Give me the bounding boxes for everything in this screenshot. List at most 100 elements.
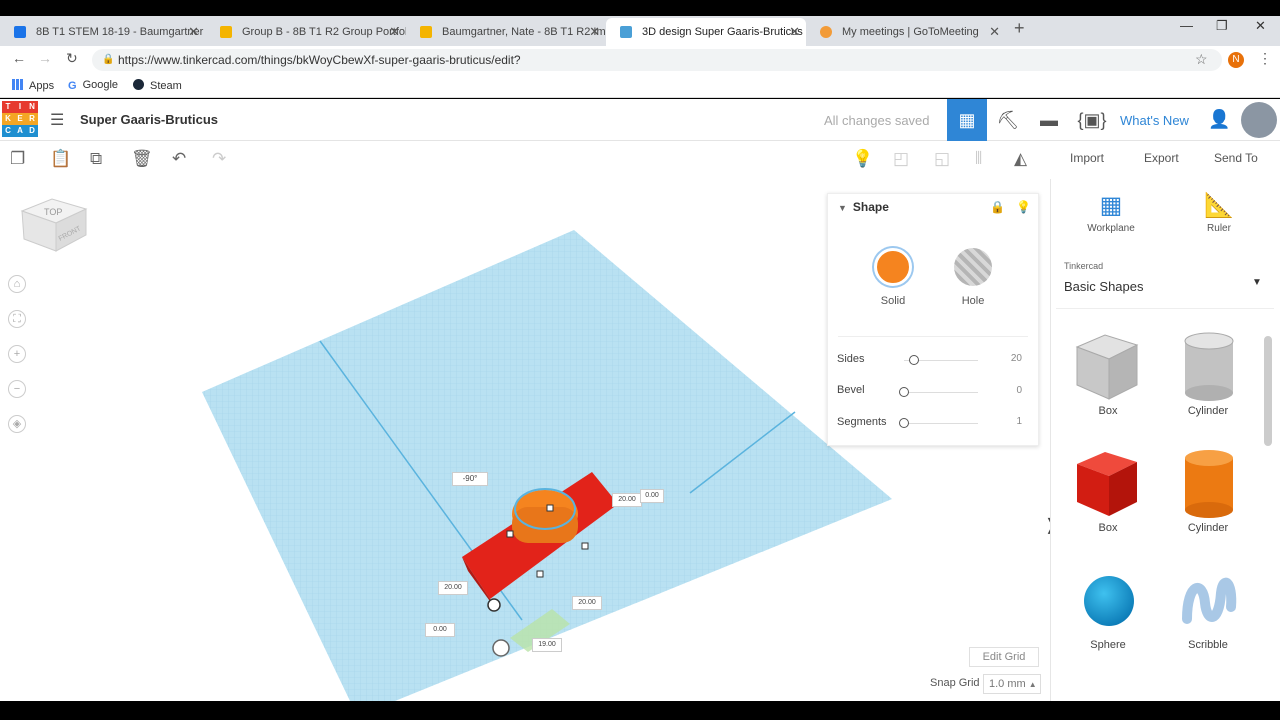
redo-icon[interactable]: ↷ — [212, 149, 226, 169]
segments-slider[interactable] — [904, 423, 978, 424]
sides-slider-knob[interactable] — [909, 355, 920, 365]
back-icon[interactable]: ← — [12, 50, 26, 66]
inspector-header[interactable]: ▼ Shape — [838, 200, 889, 214]
bookmark-steam[interactable]: Steam — [133, 79, 182, 92]
bevel-label: Bevel — [837, 384, 865, 396]
browser-tab-active[interactable]: 3D design Super Gaaris-Bruticus ✕ — [606, 18, 806, 46]
import-button[interactable]: Import — [1070, 151, 1104, 165]
dimension-label[interactable]: 20.00 — [438, 581, 468, 595]
bookmark-google[interactable]: G Google — [68, 79, 118, 92]
zoom-out-icon[interactable]: − — [8, 380, 26, 398]
bookmark-apps[interactable]: Apps — [12, 79, 54, 92]
design-list-icon[interactable]: ☰ — [50, 110, 64, 130]
close-icon[interactable]: ✕ — [188, 18, 199, 46]
close-icon[interactable]: ✕ — [989, 18, 1000, 46]
browser-menu-icon[interactable]: ⋮ — [1258, 50, 1272, 67]
dimension-label[interactable]: 0.00 — [640, 489, 664, 503]
shape-inspector: ▼ Shape 🔒 💡 Solid Hole Sides 20 Bevel 0 S… — [827, 193, 1039, 446]
collapse-caret-icon[interactable]: ▼ — [838, 203, 847, 213]
send-to-button[interactable]: Send To — [1214, 151, 1258, 165]
browser-tab[interactable]: My meetings | GoToMeeting ✕ — [806, 18, 1006, 46]
tab-title: Group B - 8B T1 R2 Group Portfolio — [242, 26, 406, 38]
shape-box-hole[interactable]: Box — [1063, 329, 1153, 417]
bookmark-label: Apps — [29, 80, 55, 92]
position-label[interactable]: 0.00 — [425, 623, 455, 637]
hole-swatch[interactable] — [954, 248, 992, 286]
shape-label: Scribble — [1188, 639, 1228, 651]
dimension-label[interactable]: 20.00 — [612, 493, 642, 507]
fit-view-icon[interactable]: ⛶ — [8, 310, 26, 328]
solid-color-swatch[interactable] — [874, 248, 912, 286]
align-icon[interactable]: ⫴ — [975, 149, 982, 169]
window-close-icon[interactable]: ✕ — [1255, 18, 1266, 34]
dimension-label[interactable]: 20.00 — [572, 596, 602, 610]
duplicate-icon[interactable]: ⧉ — [90, 149, 102, 169]
tinkercad-logo[interactable]: TIN KER CAD — [2, 101, 38, 138]
bevel-slider-knob[interactable] — [899, 387, 909, 397]
group-icon[interactable]: ◰ — [893, 149, 909, 169]
bevel-slider[interactable] — [904, 392, 978, 393]
bricks-icon[interactable]: ▬ — [1029, 99, 1069, 141]
mirror-icon[interactable]: ◭ — [1014, 149, 1027, 169]
ungroup-icon[interactable]: ◱ — [934, 149, 950, 169]
visibility-bulb-icon[interactable]: 💡 — [1016, 200, 1031, 214]
lock-icon[interactable]: 🔒 — [990, 200, 1005, 214]
shapes-scrollbar[interactable] — [1264, 336, 1272, 446]
close-icon[interactable]: ✕ — [789, 18, 800, 46]
whats-new-link[interactable]: What's New — [1120, 113, 1189, 128]
show-all-bulb-icon[interactable]: 💡 — [852, 149, 873, 169]
profile-avatar[interactable]: N — [1228, 52, 1244, 68]
shape-label: Box — [1098, 522, 1118, 534]
height-handle-icon[interactable] — [492, 639, 510, 657]
blocks-pickaxe-icon[interactable]: ⛏ — [988, 99, 1028, 141]
paste-icon[interactable]: 📋 — [50, 149, 71, 169]
forward-icon[interactable]: → — [38, 50, 52, 66]
export-button[interactable]: Export — [1144, 151, 1179, 165]
edit-grid-button[interactable]: Edit Grid — [969, 647, 1039, 667]
copy-icon[interactable]: ❐ — [10, 149, 25, 169]
shape-cylinder[interactable]: Cylinder — [1163, 446, 1253, 534]
close-icon[interactable]: ✕ — [589, 18, 600, 46]
add-user-icon[interactable]: 👤 — [1208, 109, 1230, 130]
browser-tab[interactable]: Group B - 8B T1 R2 Group Portfolio ✕ — [206, 18, 406, 46]
shape-library-select[interactable]: Tinkercad Basic Shapes ▼ — [1056, 255, 1274, 309]
design-title[interactable]: Super Gaaris-Bruticus — [80, 112, 218, 127]
segments-slider-knob[interactable] — [899, 418, 909, 428]
view-cube[interactable]: TOP FRONT — [16, 193, 90, 257]
shape-box[interactable]: Box — [1063, 446, 1153, 534]
snap-grid-value: 1.0 mm — [989, 678, 1026, 690]
bookmark-star-icon[interactable]: ☆ — [1195, 51, 1208, 68]
rotate-handle-icon[interactable] — [487, 598, 501, 612]
home-view-icon[interactable]: ⌂ — [8, 275, 26, 293]
snap-grid-select[interactable]: 1.0 mm ▲ — [983, 674, 1041, 694]
3d-view-grid-icon[interactable]: ▦ — [947, 99, 987, 141]
url-input[interactable]: 🔒 https://www.tinkercad.com/things/bkWoy… — [92, 49, 1222, 71]
save-status: All changes saved — [824, 113, 930, 128]
delete-icon[interactable]: 🗑 — [131, 149, 153, 169]
browser-tab[interactable]: 8B T1 STEM 18-19 - Baumgartner ✕ — [0, 18, 205, 46]
workplane-tool[interactable]: ▦ Workplane — [1076, 191, 1146, 234]
dropdown-caret-icon: ▼ — [1252, 277, 1262, 288]
shape-cylinder-hole[interactable]: Cylinder — [1163, 329, 1253, 417]
maximize-icon[interactable]: ❐ — [1216, 18, 1228, 34]
dimension-label[interactable]: 19.00 — [532, 638, 562, 652]
browser-tab[interactable]: Baumgartner, Nate - 8B T1 R2 Im ✕ — [406, 18, 606, 46]
minimize-icon[interactable]: — — [1180, 18, 1193, 33]
workplane-canvas[interactable]: -90° 20.00 20.00 20.00 0.00 19.00 0.00 T… — [0, 179, 1050, 701]
sides-value[interactable]: 20 — [988, 353, 1022, 364]
bevel-value[interactable]: 0 — [988, 385, 1022, 396]
rotation-label[interactable]: -90° — [452, 472, 488, 486]
undo-icon[interactable]: ↶ — [172, 149, 186, 169]
shape-scribble[interactable]: Scribble — [1163, 563, 1253, 651]
segments-value[interactable]: 1 — [988, 416, 1022, 427]
reload-icon[interactable]: ↻ — [66, 50, 78, 67]
user-avatar[interactable] — [1241, 102, 1277, 138]
new-tab-icon[interactable]: + — [1014, 18, 1025, 39]
zoom-in-icon[interactable]: + — [8, 345, 26, 363]
view-controls: ⌂ ⛶ + − ◈ — [8, 275, 26, 450]
shape-sphere[interactable]: Sphere — [1063, 563, 1153, 651]
perspective-icon[interactable]: ◈ — [8, 415, 26, 433]
ruler-tool[interactable]: 📐 Ruler — [1184, 191, 1254, 234]
codeblocks-icon[interactable]: {▣} — [1072, 99, 1112, 141]
close-icon[interactable]: ✕ — [389, 18, 400, 46]
